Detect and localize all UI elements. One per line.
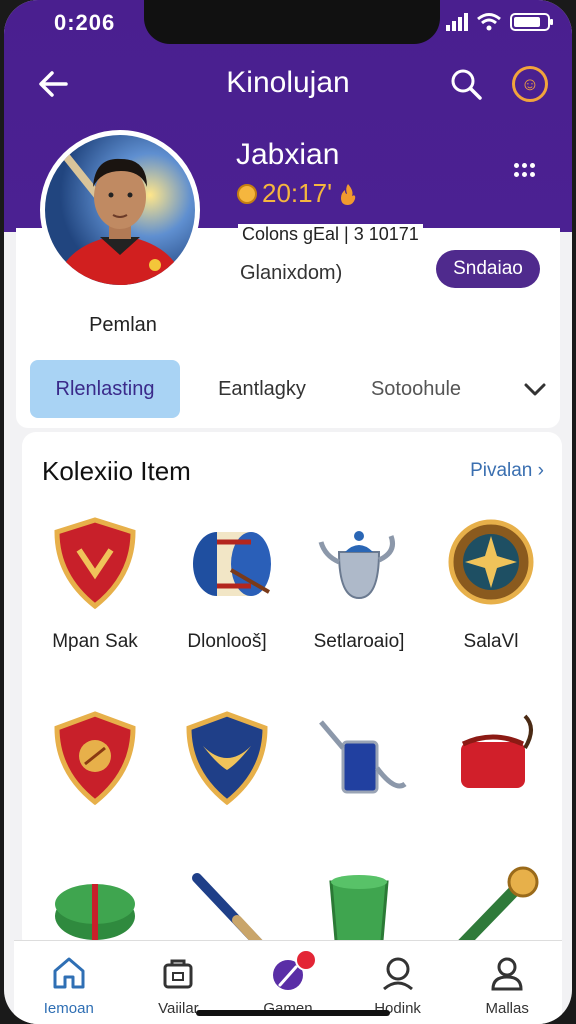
avatar[interactable] xyxy=(40,130,200,290)
fire-icon xyxy=(341,183,356,205)
nav-label: Iemoan xyxy=(43,1000,94,1017)
item-card[interactable] xyxy=(426,708,556,813)
notch xyxy=(144,0,440,44)
star-medal-icon xyxy=(448,519,534,605)
tab-3[interactable]: Sotoohule xyxy=(344,360,488,418)
nav-item-home[interactable]: Iemoan xyxy=(14,941,124,1024)
home-indicator xyxy=(196,1010,390,1016)
item-card[interactable]: Mpan Sak xyxy=(30,512,160,653)
points-value: 20:17' xyxy=(262,178,333,208)
username: Jabxian xyxy=(236,138,340,171)
item-card[interactable] xyxy=(162,708,292,813)
avatar-name: Pemlan xyxy=(89,314,157,336)
player-portrait xyxy=(55,151,185,285)
collection-link-label: Pivalan xyxy=(470,460,533,481)
item-label: Mpan Sak xyxy=(52,631,138,652)
item-card[interactable]: SalaVl xyxy=(426,512,556,653)
profile-subtitle: Glanixdom) xyxy=(240,262,343,284)
nav-item-profile[interactable]: Mallas xyxy=(452,941,562,1024)
user-icon xyxy=(491,957,523,991)
item-label: SalaVl xyxy=(463,631,519,652)
chevron-down-icon[interactable] xyxy=(520,374,550,404)
tab-1[interactable]: Rlenlasting xyxy=(30,360,180,418)
item-collection-card: Kolexiio Item Pivalan › Mpan Sak Dlonloo… xyxy=(22,432,562,958)
red-shield-icon xyxy=(54,517,136,610)
search-icon[interactable] xyxy=(448,66,484,102)
subscribe-button[interactable]: Sndaiao xyxy=(436,250,540,288)
item-card[interactable]: Setlaroaio] xyxy=(294,512,424,653)
top-nav-bar: Kinolujan ☺ xyxy=(4,58,572,108)
item-card[interactable] xyxy=(30,708,160,813)
tab-bar: Rlenlasting Eantlagky Sotoohule xyxy=(30,360,554,420)
bag-icon xyxy=(163,959,193,989)
item-label: Dlonlooš] xyxy=(187,631,267,652)
wifi-icon xyxy=(477,13,501,31)
more-options-icon[interactable] xyxy=(514,158,538,182)
status-icons xyxy=(446,12,553,32)
collection-view-all-link[interactable]: Pivalan › xyxy=(470,460,544,482)
item-card[interactable] xyxy=(294,708,424,813)
red-bag-icon xyxy=(461,714,533,788)
status-time: 0:206 xyxy=(54,10,116,35)
battery-icon xyxy=(510,13,553,31)
phone-screen: 0:206 Kinolujan ☺ Pemlan Jabxian 20:17' … xyxy=(4,0,572,1024)
page-title: Kinolujan xyxy=(226,66,350,99)
watering-can-icon xyxy=(319,720,407,794)
profile-icon xyxy=(382,957,413,991)
item-label: Setlaroaio] xyxy=(313,631,405,652)
coin-icon[interactable]: ☺ xyxy=(512,66,548,102)
item-card[interactable]: Dlonlooš] xyxy=(162,512,292,653)
blue-wing-shield-icon xyxy=(186,711,268,806)
nav-label: Mallas xyxy=(485,1000,529,1017)
status-bar: 0:206 xyxy=(4,0,572,44)
red-ball-shield-icon xyxy=(54,711,136,806)
coin-small-icon xyxy=(237,183,257,204)
notification-badge xyxy=(295,949,318,971)
tab-2[interactable]: Eantlagky xyxy=(188,360,336,418)
profile-stats: Colons gEal | 3 10171 xyxy=(238,224,423,245)
home-icon xyxy=(53,957,85,989)
points-row: 20:17' xyxy=(236,178,360,209)
drum-icon xyxy=(193,532,271,596)
collection-title: Kolexiio Item xyxy=(42,456,191,486)
teapot-icon xyxy=(318,531,395,600)
signal-icon xyxy=(446,13,468,31)
